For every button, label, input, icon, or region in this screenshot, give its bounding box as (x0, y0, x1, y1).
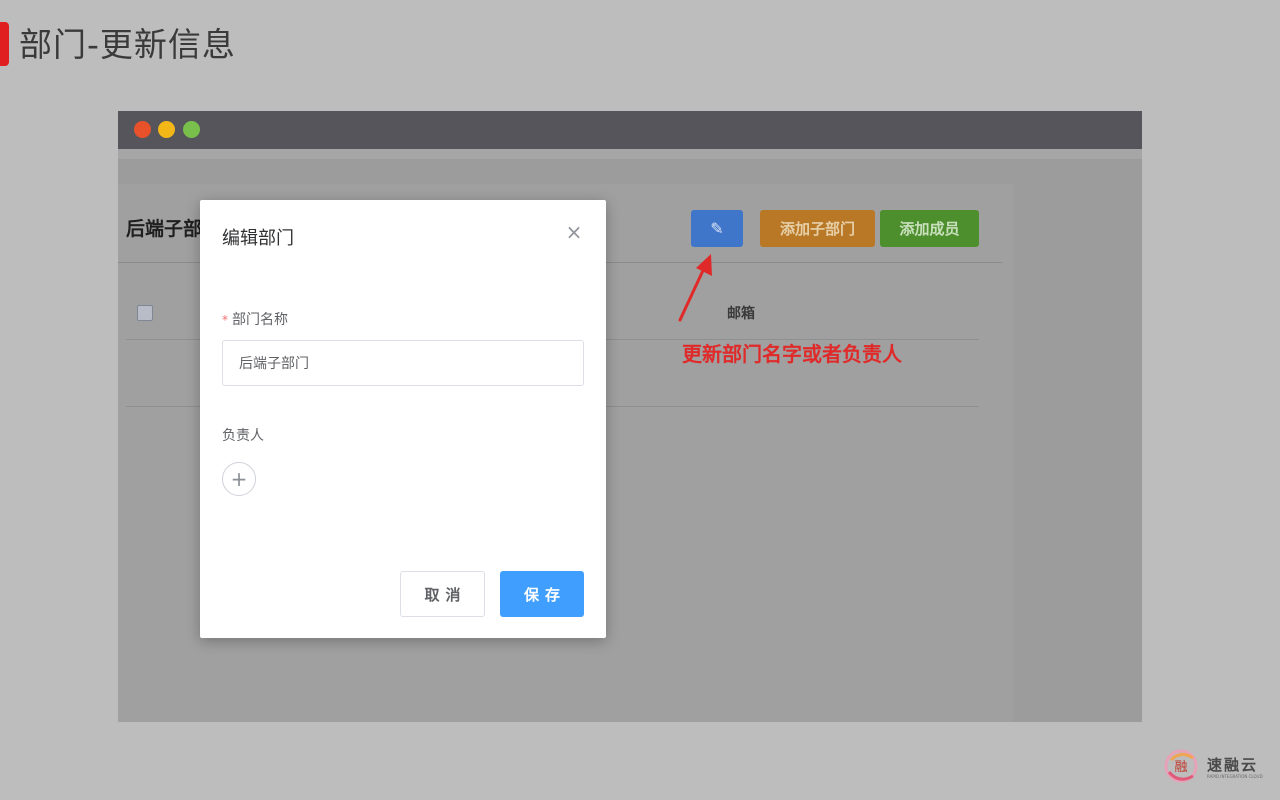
annotation-arrow (678, 254, 712, 322)
dept-name-input[interactable] (222, 340, 584, 386)
edit-icon: ✎ (710, 219, 724, 238)
select-all-checkbox[interactable] (137, 305, 153, 321)
dept-name-label: * 部门名称 (222, 309, 288, 329)
top-band (118, 149, 1142, 159)
plus-icon: + (230, 467, 248, 491)
close-icon[interactable]: × (564, 221, 584, 243)
brand-logo-icon: 融 (1164, 749, 1198, 783)
cancel-button[interactable]: 取消 (400, 571, 485, 617)
window-titlebar (118, 111, 1142, 149)
add-member-button[interactable]: 添加成员 (880, 210, 979, 247)
slide-title-accent (0, 22, 9, 66)
annotation-text: 更新部门名字或者负责人 (682, 342, 902, 366)
brand-logo-glyph: 融 (1174, 760, 1187, 775)
owner-label: 负责人 (222, 428, 264, 444)
save-button[interactable]: 保存 (500, 571, 584, 617)
brand-name: 速融云 (1207, 756, 1259, 774)
slide-title: 部门-更新信息 (19, 25, 236, 64)
table-header-email: 邮箱 (727, 306, 755, 322)
add-sub-dept-button[interactable]: 添加子部门 (760, 210, 875, 247)
brand-subtitle: RAPID INTEGRATION CLOUD (1207, 774, 1263, 779)
brand-logo: 融 速融云 RAPID INTEGRATION CLOUD (1163, 744, 1273, 788)
edit-dept-button[interactable]: ✎ (691, 210, 743, 247)
close-window-dot[interactable] (134, 121, 151, 138)
dept-title: 后端子部 (126, 218, 203, 240)
add-owner-button[interactable]: + (222, 462, 256, 496)
dialog-title: 编辑部门 (222, 228, 294, 249)
required-mark: * (222, 313, 228, 327)
dept-name-label-text: 部门名称 (232, 312, 288, 328)
maximize-window-dot[interactable] (183, 121, 200, 138)
edit-dept-dialog: 编辑部门 × * 部门名称 负责人 + 取消 保存 (200, 200, 606, 638)
minimize-window-dot[interactable] (158, 121, 175, 138)
